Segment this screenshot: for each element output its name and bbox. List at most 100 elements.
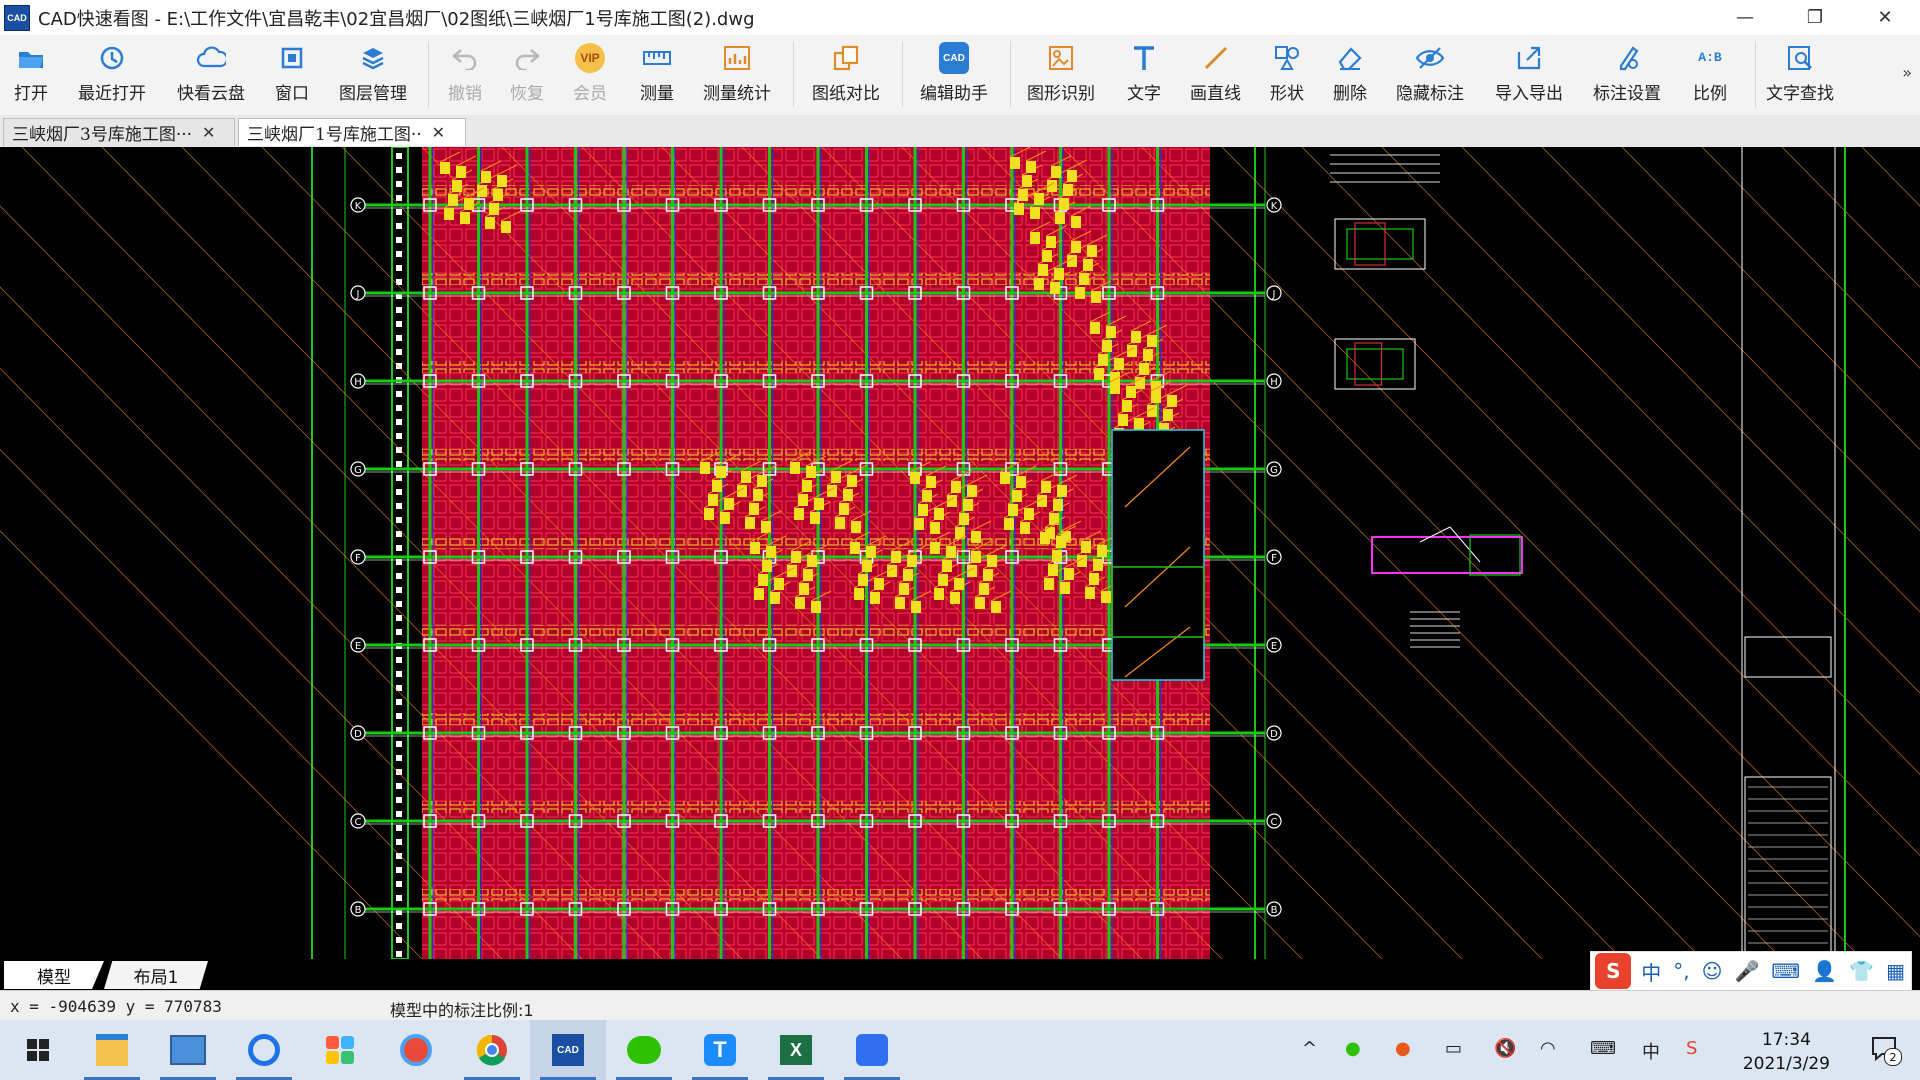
vip-button[interactable]: VIP 会员 — [573, 43, 607, 104]
shape-recognize-button[interactable]: 图形识别 — [1027, 43, 1095, 104]
cad-drawing[interactable]: K K J J H H G G F F E E D D C C B B — [0, 146, 1920, 989]
taskbar-360-browser[interactable] — [378, 1020, 454, 1080]
tab-document-3[interactable]: 三峡烟厂3号库施工图··· ✕ — [3, 118, 235, 146]
edit-assistant-button[interactable]: CAD 编辑助手 — [920, 42, 988, 104]
ime-toolbar[interactable]: S 中 °, ☺ 🎤 ⌨ 👤 👕 ▦ — [1590, 951, 1912, 991]
annotation-block — [456, 166, 466, 178]
microphone-icon[interactable]: 🎤 — [1735, 959, 1760, 983]
start-button[interactable] — [0, 1020, 76, 1080]
recent-open-button[interactable]: 最近打开 — [78, 43, 146, 104]
notification-center-button[interactable]: 2 — [1870, 1034, 1902, 1066]
ime-chinese-mode[interactable]: 中 — [1641, 957, 1661, 986]
measure-stats-button[interactable]: 测量统计 — [703, 43, 771, 104]
open-button[interactable]: 打开 — [14, 43, 48, 104]
windows-taskbar: CAD T X ^ ● ● ▭ 🔇 ◠ ⌨ 中 S 17:34 2021/3/2… — [0, 1020, 1920, 1080]
maximize-button[interactable]: ❐ — [1780, 0, 1850, 35]
measure-button[interactable]: 测量 — [640, 43, 674, 104]
redo-icon — [512, 43, 542, 73]
import-export-icon — [1514, 43, 1544, 73]
dimension-tick — [396, 811, 402, 817]
annotation-block — [704, 508, 714, 520]
annotation-block — [1030, 207, 1040, 219]
taskbar-chrome[interactable] — [454, 1020, 530, 1080]
axis-label: J — [1272, 289, 1276, 300]
dimension-tick — [396, 573, 402, 579]
excel-icon: X — [780, 1035, 812, 1065]
taskbar-feishu[interactable] — [834, 1020, 910, 1080]
scale-button[interactable]: A:B 比例 — [1693, 43, 1727, 105]
annotation-settings-button[interactable]: 标注设置 — [1593, 43, 1661, 104]
annotation-block — [770, 592, 780, 604]
drawing-canvas[interactable]: K K J J H H G G F F E E D D C C B B — [0, 146, 1920, 989]
text-search-button[interactable]: 文字查找 — [1766, 43, 1834, 104]
toolbox-icon[interactable]: ▦ — [1886, 959, 1905, 983]
annotation-block — [741, 471, 751, 483]
qq-tray-icon[interactable]: ● — [1395, 1038, 1411, 1059]
sogou-tray-icon[interactable]: S — [1686, 1038, 1697, 1059]
annotation-block — [934, 588, 944, 600]
minimize-button[interactable]: — — [1710, 0, 1780, 35]
annotation-block — [1079, 273, 1089, 285]
close-button[interactable]: ✕ — [1850, 0, 1920, 35]
dimension-tick — [396, 671, 402, 677]
window-label: 窗口 — [275, 84, 309, 104]
diagonal-line — [1461, 146, 1920, 613]
annotation-block — [1048, 564, 1058, 576]
taskbar-wechat[interactable] — [606, 1020, 682, 1080]
wechat-tray-icon[interactable]: ● — [1345, 1038, 1361, 1059]
ime-tray-label[interactable]: 中 — [1642, 1038, 1660, 1064]
taskbar-file-explorer[interactable] — [74, 1020, 150, 1080]
tab-close-icon[interactable]: ✕ — [202, 123, 215, 142]
emoji-icon[interactable]: ☺ — [1702, 959, 1723, 983]
layer-manager-button[interactable]: 图层管理 — [339, 43, 407, 104]
axis-label: E — [355, 641, 361, 652]
axis-label: C — [1271, 817, 1278, 828]
annotation-block — [1059, 198, 1069, 210]
taskbar-t-app[interactable]: T — [682, 1020, 758, 1080]
volume-muted-icon[interactable]: 🔇 — [1494, 1038, 1516, 1059]
draw-line-button[interactable]: 画直线 — [1190, 43, 1241, 104]
annotation-block — [954, 578, 964, 590]
delete-button[interactable]: 删除 — [1333, 43, 1367, 104]
axis-label: K — [1271, 201, 1278, 212]
hide-annotation-button[interactable]: 隐藏标注 — [1396, 43, 1464, 104]
toolbar-more-button[interactable]: » — [1902, 63, 1912, 82]
annotation-block — [1067, 170, 1077, 182]
ime-punctuation[interactable]: °, — [1673, 959, 1689, 983]
annotation-block — [851, 521, 861, 533]
tab-model[interactable]: 模型 — [4, 961, 104, 989]
annotation-block — [926, 476, 936, 488]
clock[interactable]: 17:34 2021/3/29 — [1743, 1028, 1830, 1076]
tab-layout1[interactable]: 布局1 — [104, 961, 208, 989]
battery-icon[interactable]: ▭ — [1445, 1038, 1462, 1059]
annotation-block — [1020, 522, 1030, 534]
taskbar-browser[interactable] — [226, 1020, 302, 1080]
keyboard-icon[interactable]: ⌨ — [1771, 959, 1800, 983]
show-hidden-icons-icon[interactable]: ^ — [1302, 1038, 1317, 1059]
taskbar-cad-viewer[interactable]: CAD — [530, 1020, 606, 1080]
taskbar-app-grid[interactable] — [302, 1020, 378, 1080]
wifi-icon[interactable]: ◠ — [1540, 1038, 1556, 1059]
measure-label: 测量 — [640, 84, 674, 104]
text-button[interactable]: 文字 — [1127, 43, 1161, 104]
redo-button[interactable]: 恢复 — [510, 43, 544, 104]
import-export-button[interactable]: 导入导出 — [1495, 43, 1563, 104]
window-button[interactable]: 窗口 — [275, 43, 309, 104]
undo-button[interactable]: 撤销 — [448, 43, 482, 104]
user-icon[interactable]: 👤 — [1812, 959, 1837, 983]
dimension-tick — [396, 153, 402, 159]
annotation-block — [938, 574, 948, 586]
axis-label: J — [356, 289, 360, 300]
tab-document-1[interactable]: 三峡烟厂1号库施工图·· ✕ — [238, 118, 466, 146]
annotation-block — [1044, 578, 1054, 590]
compare-button[interactable]: 图纸对比 — [812, 43, 880, 104]
dimension-tick — [396, 517, 402, 523]
taskbar-excel[interactable]: X — [758, 1020, 834, 1080]
taskbar-control-panel[interactable] — [150, 1020, 226, 1080]
skin-icon[interactable]: 👕 — [1849, 959, 1874, 983]
shapes-button[interactable]: 形状 — [1270, 43, 1304, 104]
keyboard-tray-icon[interactable]: ⌨ — [1590, 1038, 1616, 1059]
annotation-block — [914, 518, 924, 530]
cloud-disk-button[interactable]: 快看云盘 — [177, 43, 245, 104]
tab-close-icon[interactable]: ✕ — [432, 123, 445, 142]
